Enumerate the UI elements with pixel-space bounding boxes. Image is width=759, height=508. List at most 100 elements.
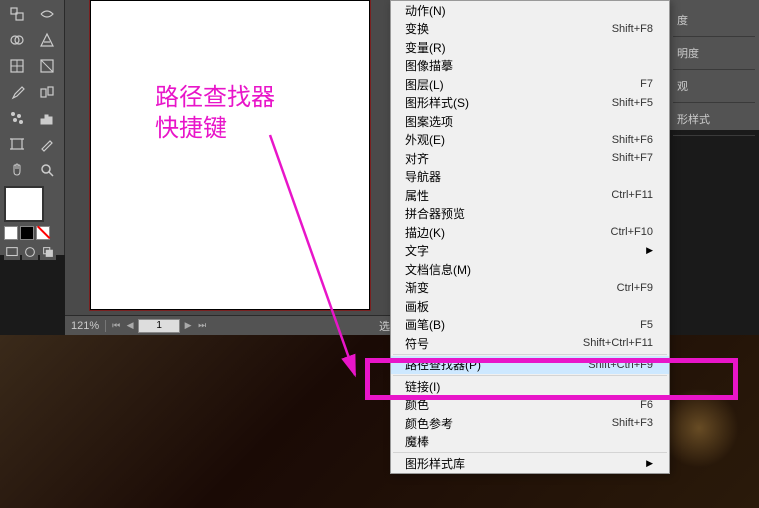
menu-item[interactable]: 符号 Shift+Ctrl+F11: [391, 334, 669, 353]
menu-item-shortcut: Ctrl+F9: [617, 282, 653, 294]
tool-symbol-sprayer[interactable]: [4, 106, 30, 130]
page-nav: ⏮ ◀ ▶ ⏭: [106, 319, 212, 333]
panel-item-1[interactable]: 度: [673, 4, 755, 37]
menu-item[interactable]: 导航器: [391, 168, 669, 187]
swatch-stroke-black[interactable]: [20, 226, 34, 240]
menu-item-label: 对齐: [405, 150, 429, 167]
tool-slice[interactable]: [34, 132, 60, 156]
menu-item-label: 符号: [405, 335, 429, 352]
menu-item[interactable]: 属性 Ctrl+F11: [391, 186, 669, 205]
menu-item-label: 变换: [405, 20, 429, 37]
menu-separator: [393, 354, 667, 355]
menu-item-shortcut: Ctrl+F11: [611, 189, 653, 201]
page-number-input[interactable]: [138, 319, 180, 333]
screen-mode-icon[interactable]: [4, 244, 20, 260]
menu-item-label: 颜色参考: [405, 415, 453, 432]
menu-item-shortcut: F6: [640, 399, 653, 411]
menu-item-label: 图形样式(S): [405, 94, 469, 111]
menu-item-label: 导航器: [405, 168, 441, 185]
menu-item-label: 属性: [405, 187, 429, 204]
artboard[interactable]: [90, 0, 370, 310]
tool-artboard[interactable]: [4, 132, 30, 156]
panel-item-2[interactable]: 明度: [673, 37, 755, 70]
fill-swatch[interactable]: [4, 186, 44, 222]
tool-gradient[interactable]: [34, 54, 60, 78]
draw-behind-icon[interactable]: [40, 244, 56, 260]
tool-shape-builder[interactable]: [4, 28, 30, 52]
submenu-arrow-icon: ▶: [646, 458, 653, 469]
menu-separator: [393, 452, 667, 453]
menu-item[interactable]: 拼合器预览: [391, 205, 669, 224]
tool-eyedropper[interactable]: [4, 80, 30, 104]
canvas-area: [65, 0, 395, 335]
menu-item[interactable]: 画板: [391, 297, 669, 316]
nav-prev-icon[interactable]: ◀: [124, 320, 136, 332]
menu-item-label: 动作(N): [405, 2, 446, 19]
menu-item-label: 画笔(B): [405, 316, 445, 333]
panel-item-4[interactable]: 形样式: [673, 103, 755, 136]
menu-item[interactable]: 描边(K)Ctrl+F10: [391, 223, 669, 242]
nav-last-icon[interactable]: ⏭: [196, 320, 208, 332]
annotation-line2: 快捷键: [155, 113, 275, 144]
menu-separator: [393, 375, 667, 376]
menu-item-label: 图层(L): [405, 76, 444, 93]
menu-item-label: 描边(K): [405, 224, 445, 241]
menu-item-label: 魔棒: [405, 433, 429, 450]
menu-item-label: 变量(R): [405, 39, 446, 56]
menu-item[interactable]: 路径查找器(P)Shift+Ctrl+F9: [391, 356, 669, 375]
menu-item[interactable]: 画笔(B) F5: [391, 316, 669, 335]
tool-mesh[interactable]: [4, 54, 30, 78]
menu-item-shortcut: Shift+F5: [612, 97, 653, 109]
window-menu: 动作(N)变换 Shift+F8 变量(R)图像描摹图层(L)F7图形样式(S) Sh…: [390, 0, 670, 474]
menu-item[interactable]: 图形样式(S) Shift+F5: [391, 94, 669, 113]
swatch-none[interactable]: [36, 226, 50, 240]
color-swatches: [4, 186, 60, 260]
zoom-level[interactable]: 121%: [65, 320, 106, 332]
nav-next-icon[interactable]: ▶: [182, 320, 194, 332]
menu-item[interactable]: 颜色参考 Shift+F3: [391, 414, 669, 433]
tool-blend[interactable]: [34, 80, 60, 104]
menu-item[interactable]: 文档信息(M): [391, 260, 669, 279]
menu-item-shortcut: Shift+F6: [612, 134, 653, 146]
tool-hand[interactable]: [4, 158, 30, 182]
annotation-text: 路径查找器 快捷键: [155, 82, 275, 144]
menu-item[interactable]: 动作(N): [391, 1, 669, 20]
menu-item[interactable]: 颜色F6: [391, 396, 669, 415]
menu-item[interactable]: 文字▶: [391, 242, 669, 261]
bg-light-glow: [659, 388, 739, 468]
menu-item[interactable]: 图案选项: [391, 112, 669, 131]
menu-item[interactable]: 图层(L)F7: [391, 75, 669, 94]
menu-item[interactable]: 图形样式库▶: [391, 454, 669, 473]
tool-scale[interactable]: [4, 2, 30, 26]
submenu-arrow-icon: ▶: [646, 245, 653, 256]
tool-perspective[interactable]: [34, 28, 60, 52]
panel-item-3[interactable]: 观: [673, 70, 755, 103]
menu-item[interactable]: 变量(R): [391, 38, 669, 57]
menu-item[interactable]: 变换 Shift+F8: [391, 20, 669, 39]
menu-item-label: 图像描摹: [405, 57, 453, 74]
menu-item-label: 拼合器预览: [405, 205, 465, 222]
menu-item-shortcut: Shift+Ctrl+F9: [588, 359, 653, 371]
menu-item-label: 外观(E): [405, 131, 445, 148]
menu-item[interactable]: 对齐 Shift+F7: [391, 149, 669, 168]
menu-item-shortcut: Shift+F8: [612, 23, 653, 35]
menu-item-label: 画板: [405, 298, 429, 315]
right-panel: 度 明度 观 形样式: [669, 0, 759, 130]
draw-mode-icon[interactable]: [22, 244, 38, 260]
menu-item-shortcut: Shift+Ctrl+F11: [583, 337, 653, 349]
menu-item[interactable]: 魔棒: [391, 433, 669, 452]
menu-item[interactable]: 图像描摹: [391, 57, 669, 76]
menu-item-shortcut: Shift+F3: [612, 417, 653, 429]
menu-item[interactable]: 链接(I): [391, 377, 669, 396]
tool-width[interactable]: [34, 2, 60, 26]
menu-item-label: 链接(I): [405, 378, 440, 395]
menu-item-shortcut: Shift+F7: [612, 152, 653, 164]
tool-graph[interactable]: [34, 106, 60, 130]
menu-item[interactable]: 渐变Ctrl+F9: [391, 279, 669, 298]
tool-zoom[interactable]: [34, 158, 60, 182]
menu-item-shortcut: F5: [640, 319, 653, 331]
swatch-fill-white[interactable]: [4, 226, 18, 240]
menu-item[interactable]: 外观(E) Shift+F6: [391, 131, 669, 150]
status-bar: 121% ⏮ ◀ ▶ ⏭ 选择: [65, 315, 405, 335]
nav-first-icon[interactable]: ⏮: [110, 320, 122, 332]
